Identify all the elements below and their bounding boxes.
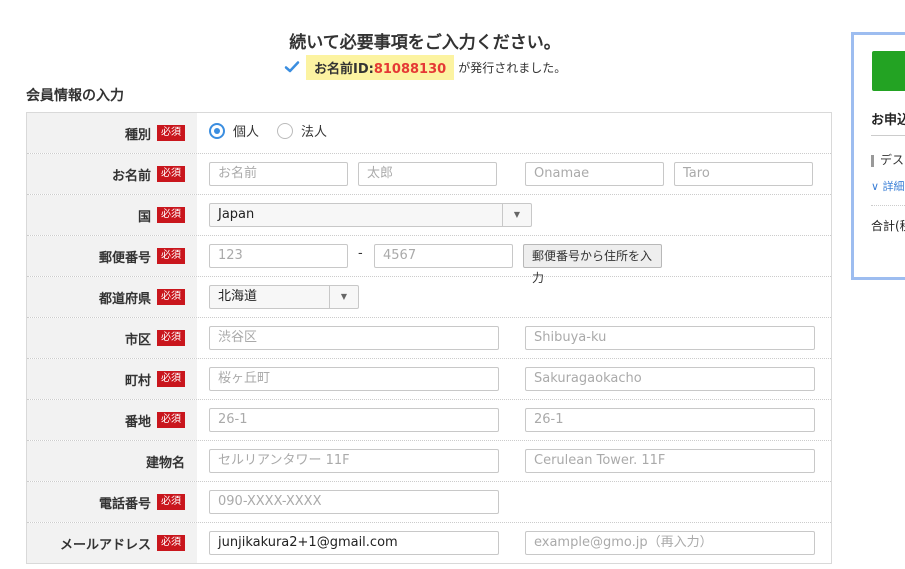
- row-phone: 電話番号 必須 090-XXXX-XXXX: [27, 482, 831, 523]
- country-value: Japan: [218, 207, 255, 222]
- required-badge: 必須: [157, 371, 185, 387]
- town-label: 町村: [124, 373, 151, 389]
- last-name-roman-input[interactable]: Onamae: [525, 162, 664, 186]
- block-input[interactable]: 26-1: [209, 408, 499, 432]
- postal-second-input[interactable]: 4567: [374, 244, 513, 268]
- chevron-down-icon: ▼: [502, 204, 531, 226]
- order-item-label: デス: [880, 153, 905, 167]
- id-notice: お名前ID:81088130 が発行されました。: [284, 54, 567, 80]
- phone-input[interactable]: 090-XXXX-XXXX: [209, 490, 499, 514]
- postal-label: 郵便番号: [98, 250, 151, 266]
- divider: [871, 135, 905, 136]
- town-roman-input[interactable]: Sakuragaokacho: [525, 367, 815, 391]
- row-building: 建物名 セルリアンタワー 11F Cerulean Tower. 11F: [27, 441, 831, 482]
- prefecture-select[interactable]: 北海道 ▼: [209, 285, 359, 309]
- apply-button[interactable]: [872, 51, 905, 91]
- chevron-down-icon: ∨: [871, 180, 883, 193]
- details-toggle[interactable]: ∨ 詳細: [871, 178, 905, 194]
- phone-label: 電話番号: [98, 496, 151, 512]
- city-label: 市区: [124, 332, 151, 348]
- order-item: デス: [871, 151, 904, 168]
- chevron-down-icon: ▼: [329, 286, 358, 308]
- building-label: 建物名: [145, 455, 185, 471]
- section-title: 会員情報の入力: [26, 88, 124, 104]
- first-name-roman-input[interactable]: Taro: [674, 162, 813, 186]
- prefecture-label: 都道府県: [98, 291, 151, 307]
- country-label: 国: [137, 209, 151, 225]
- id-number: 81088130: [373, 61, 447, 77]
- postal-lookup-button[interactable]: 郵便番号から住所を入力: [523, 244, 662, 285]
- required-badge: 必須: [157, 207, 185, 223]
- required-badge: 必須: [157, 248, 185, 264]
- row-name: お名前 必須 お名前 太郎 Onamae Taro: [27, 154, 831, 195]
- required-badge: 必須: [157, 330, 185, 346]
- postal-separator: -: [358, 246, 363, 261]
- details-label: 詳細: [882, 180, 905, 193]
- page-heading: 続いて必要事項をご入力ください。: [289, 33, 561, 53]
- row-email: メールアドレス 必須 junjikakura2+1@gmail.com exam…: [27, 523, 831, 564]
- email-confirm-input[interactable]: example@gmo.jp（再入力）: [525, 531, 815, 555]
- row-country: 国 必須 Japan ▼: [27, 195, 831, 236]
- country-select[interactable]: Japan ▼: [209, 203, 532, 227]
- order-summary-title: お申込: [871, 113, 905, 128]
- name-label: お名前: [111, 168, 151, 184]
- id-label: お名前ID:: [314, 61, 374, 77]
- required-badge: 必須: [157, 289, 185, 305]
- row-city: 市区 必須 渋谷区 Shibuya-ku: [27, 318, 831, 359]
- member-form: 種別 必須 個人 法人 お名前 必須 お名前 太郎 Onamae Taro 国: [26, 112, 832, 564]
- radio-individual[interactable]: [209, 122, 225, 139]
- required-badge: 必須: [157, 494, 185, 510]
- block-label: 番地: [124, 414, 151, 430]
- row-postal: 郵便番号 必須 123 - 4567 郵便番号から住所を入力: [27, 236, 831, 285]
- city-input[interactable]: 渋谷区: [209, 326, 499, 350]
- row-block: 番地 必須 26-1 26-1: [27, 400, 831, 441]
- block-roman-input[interactable]: 26-1: [525, 408, 815, 432]
- divider: [871, 205, 905, 206]
- radio-corporation-label[interactable]: 法人: [301, 121, 327, 140]
- required-badge: 必須: [157, 125, 185, 141]
- city-roman-input[interactable]: Shibuya-ku: [525, 326, 815, 350]
- type-radio-group: 個人 法人: [209, 121, 345, 140]
- last-name-input[interactable]: お名前: [209, 162, 348, 186]
- email-input[interactable]: junjikakura2+1@gmail.com: [209, 531, 499, 555]
- building-roman-input[interactable]: Cerulean Tower. 11F: [525, 449, 815, 473]
- required-badge: 必須: [157, 535, 185, 551]
- row-town: 町村 必須 桜ヶ丘町 Sakuragaokacho: [27, 359, 831, 400]
- required-badge: 必須: [157, 166, 185, 182]
- town-input[interactable]: 桜ヶ丘町: [209, 367, 499, 391]
- id-badge: お名前ID:81088130: [306, 54, 455, 80]
- required-badge: 必須: [157, 412, 185, 428]
- email-label: メールアドレス: [59, 537, 151, 553]
- order-summary-panel: お申込 デス ∨ 詳細 合計(税: [851, 32, 905, 280]
- total-label: 合計(税: [871, 219, 905, 233]
- id-suffix: が発行されました。: [458, 60, 567, 75]
- radio-individual-label[interactable]: 個人: [233, 121, 259, 140]
- row-type: 種別 必須 個人 法人: [27, 113, 831, 154]
- prefecture-value: 北海道: [218, 289, 258, 304]
- type-label: 種別: [124, 127, 151, 143]
- row-prefecture: 都道府県 必須 北海道 ▼: [27, 277, 831, 318]
- building-input[interactable]: セルリアンタワー 11F: [209, 449, 499, 473]
- radio-corporation[interactable]: [277, 122, 294, 139]
- first-name-input[interactable]: 太郎: [358, 162, 497, 186]
- check-icon: [284, 61, 300, 73]
- postal-first-input[interactable]: 123: [209, 244, 348, 268]
